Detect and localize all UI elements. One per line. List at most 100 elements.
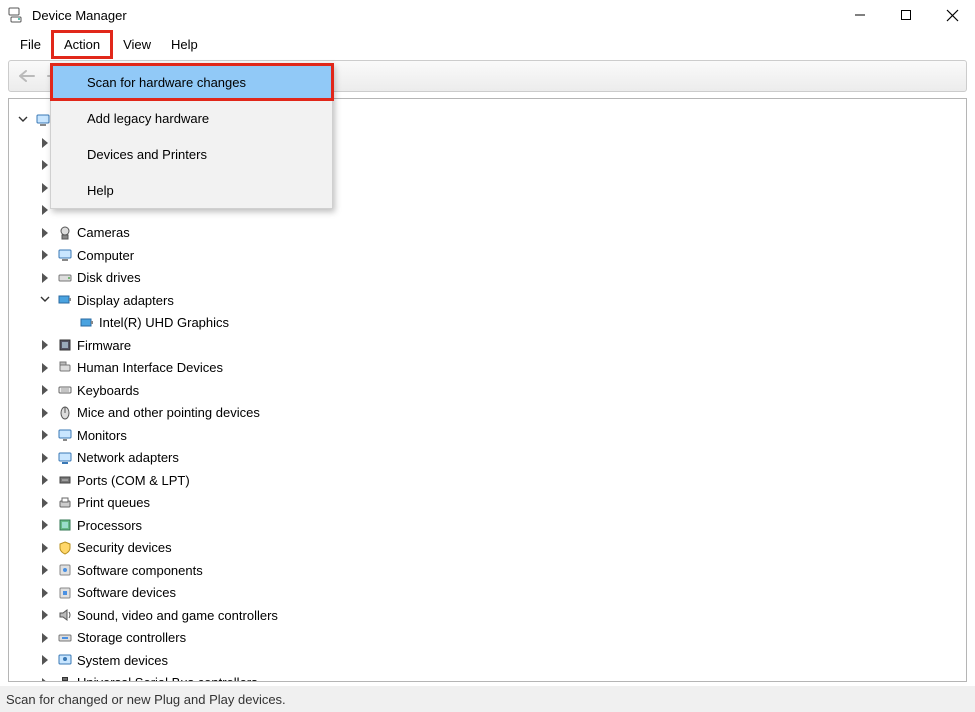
tree-label: Keyboards [77, 383, 139, 398]
device-icon [57, 675, 73, 682]
expand-icon[interactable] [39, 496, 53, 510]
expand-icon[interactable] [39, 518, 53, 532]
tree-node[interactable]: Firmware [17, 334, 958, 357]
device-icon [57, 360, 73, 376]
expand-icon[interactable] [39, 676, 53, 682]
device-icon [57, 652, 73, 668]
device-icon [57, 450, 73, 466]
spacer [61, 316, 75, 330]
expand-icon[interactable] [39, 608, 53, 622]
menu-file[interactable]: File [10, 33, 51, 56]
tree-node[interactable]: Processors [17, 514, 958, 537]
tree-node[interactable]: Mice and other pointing devices [17, 402, 958, 425]
tree-node-intel-uhd[interactable]: Intel(R) UHD Graphics [17, 312, 958, 335]
expand-icon[interactable] [39, 248, 53, 262]
tree-label: System devices [77, 653, 168, 668]
menu-devices-printers[interactable]: Devices and Printers [51, 136, 332, 172]
computer-icon [57, 247, 73, 263]
tree-label: Intel(R) UHD Graphics [99, 315, 229, 330]
device-icon [57, 495, 73, 511]
display-adapter-icon [79, 315, 95, 331]
tree-label: Computer [77, 248, 134, 263]
expand-icon[interactable] [39, 451, 53, 465]
menu-scan-hardware[interactable]: Scan for hardware changes [51, 64, 332, 100]
expand-icon[interactable] [39, 406, 53, 420]
expand-icon[interactable] [39, 631, 53, 645]
device-icon [57, 562, 73, 578]
tree-label: Mice and other pointing devices [77, 405, 260, 420]
app-icon [8, 7, 24, 23]
expand-icon[interactable] [39, 541, 53, 555]
device-icon [57, 405, 73, 421]
expand-icon[interactable] [39, 383, 53, 397]
tree-label: Display adapters [77, 293, 174, 308]
title-bar: Device Manager [0, 0, 975, 30]
tree-label: Network adapters [77, 450, 179, 465]
window-controls [837, 0, 975, 30]
expand-icon[interactable] [39, 428, 53, 442]
device-icon [57, 427, 73, 443]
tree-node[interactable]: System devices [17, 649, 958, 672]
device-icon [57, 337, 73, 353]
tree-node[interactable]: Security devices [17, 537, 958, 560]
disk-icon [57, 270, 73, 286]
tree-label: Software components [77, 563, 203, 578]
expand-icon[interactable] [39, 473, 53, 487]
maximize-button[interactable] [883, 0, 929, 30]
tree-label: Security devices [77, 540, 172, 555]
tree-node[interactable]: Storage controllers [17, 627, 958, 650]
tree-label: Human Interface Devices [77, 360, 223, 375]
expand-icon[interactable] [17, 113, 31, 127]
tree-node[interactable]: Universal Serial Bus controllers [17, 672, 958, 683]
tree-label: Processors [77, 518, 142, 533]
action-dropdown: Scan for hardware changes Add legacy har… [50, 63, 333, 209]
tree-node-computer[interactable]: Computer [17, 244, 958, 267]
expand-icon[interactable] [39, 338, 53, 352]
menu-add-legacy[interactable]: Add legacy hardware [51, 100, 332, 136]
tree-label: Print queues [77, 495, 150, 510]
menu-view[interactable]: View [113, 33, 161, 56]
expand-icon[interactable] [39, 226, 53, 240]
tree-label: Cameras [77, 225, 130, 240]
tree-node[interactable]: Network adapters [17, 447, 958, 470]
tree-node[interactable]: Sound, video and game controllers [17, 604, 958, 627]
tree-label: Disk drives [77, 270, 141, 285]
status-bar: Scan for changed or new Plug and Play de… [0, 686, 975, 712]
tree-node[interactable]: Monitors [17, 424, 958, 447]
computer-root-icon [35, 112, 51, 128]
tree-label: Sound, video and game controllers [77, 608, 278, 623]
tree-label: Ports (COM & LPT) [77, 473, 190, 488]
expand-icon[interactable] [39, 586, 53, 600]
expand-icon[interactable] [39, 361, 53, 375]
expand-icon[interactable] [39, 563, 53, 577]
device-icon [57, 630, 73, 646]
tree-node[interactable]: Ports (COM & LPT) [17, 469, 958, 492]
device-icon [57, 540, 73, 556]
tree-label: Storage controllers [77, 630, 186, 645]
close-button[interactable] [929, 0, 975, 30]
tree-label: Universal Serial Bus controllers [77, 675, 258, 682]
window-title: Device Manager [32, 8, 127, 23]
minimize-button[interactable] [837, 0, 883, 30]
tree-node-cameras[interactable]: Cameras [17, 222, 958, 245]
expand-icon[interactable] [39, 653, 53, 667]
tree-node[interactable]: Keyboards [17, 379, 958, 402]
tree-node[interactable]: Software components [17, 559, 958, 582]
expand-icon[interactable] [39, 271, 53, 285]
back-button[interactable] [15, 64, 39, 88]
menu-help[interactable]: Help [161, 33, 208, 56]
display-adapter-icon [57, 292, 73, 308]
tree-node[interactable]: Software devices [17, 582, 958, 605]
tree-node-disk-drives[interactable]: Disk drives [17, 267, 958, 290]
device-icon [57, 585, 73, 601]
status-text: Scan for changed or new Plug and Play de… [6, 692, 286, 707]
menu-action[interactable]: Action [51, 30, 113, 59]
menu-action-help[interactable]: Help [51, 172, 332, 208]
device-icon [57, 472, 73, 488]
tree-node[interactable]: Print queues [17, 492, 958, 515]
tree-node[interactable]: Human Interface Devices [17, 357, 958, 380]
camera-icon [57, 225, 73, 241]
device-icon [57, 382, 73, 398]
tree-node-display-adapters[interactable]: Display adapters [17, 289, 958, 312]
collapse-icon[interactable] [39, 293, 53, 307]
